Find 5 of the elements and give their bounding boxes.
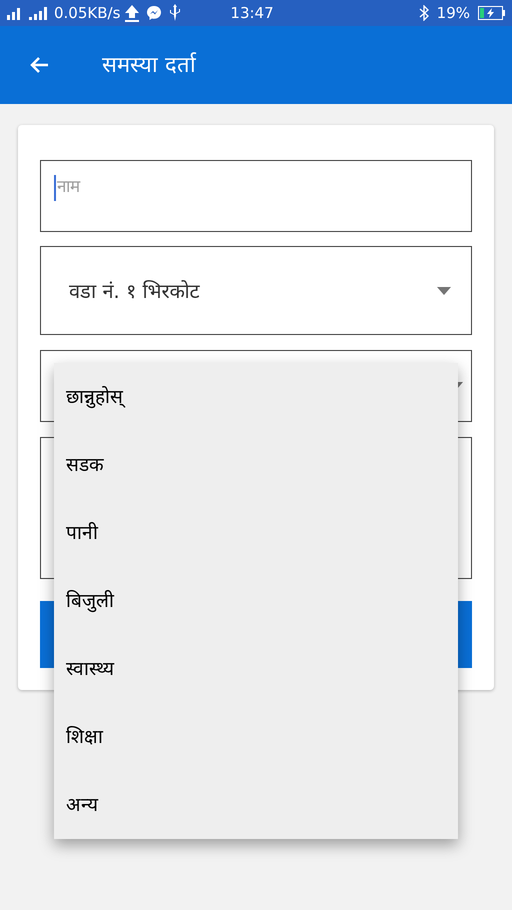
ward-select-value: वडा नं. १ भिरकोट <box>69 278 200 304</box>
network-speed: 0.05KB/s <box>54 2 120 24</box>
page-title: समस्या दर्ता <box>102 51 196 80</box>
battery-level: 19% <box>436 2 470 24</box>
clock: 13:47 <box>230 2 274 24</box>
